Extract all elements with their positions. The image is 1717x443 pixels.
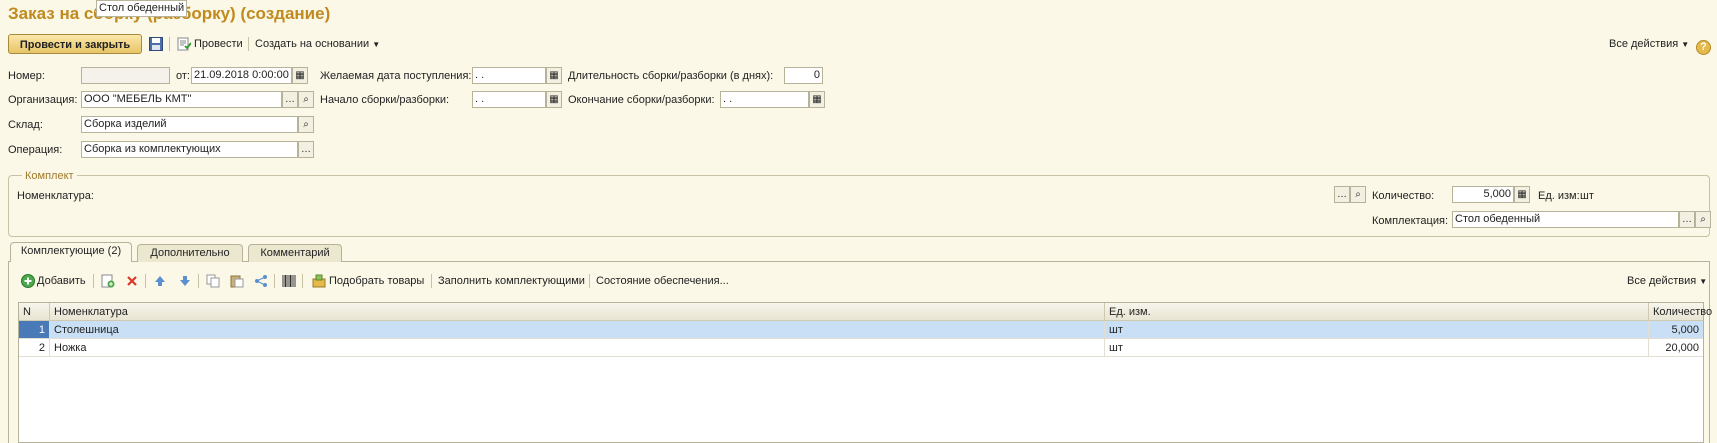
row-nomenclature: Ножка [50,339,1105,357]
duration-label: Длительность сборки/разборки (в днях): [568,70,774,82]
end-date-field[interactable]: . . [720,91,809,108]
column-header-n[interactable]: N [19,303,50,321]
row-nomenclature: Столешница [50,321,1105,339]
all-actions-menu[interactable]: Все действия ▼ [1609,36,1689,53]
kit-nomenclature-field[interactable]: Стол обеденный [96,0,188,17]
search-icon[interactable]: ⌕ [1350,186,1366,203]
number-field[interactable] [81,67,170,84]
move-up-icon[interactable] [152,273,168,289]
row-quantity: 5,000 [1649,321,1703,339]
add-icon[interactable] [20,273,36,289]
duration-field[interactable]: 0 [784,67,823,84]
toolbar-separator [169,37,170,51]
toolbar-separator [198,274,199,288]
toolbar-separator [431,274,432,288]
create-based-on-label: Создать на основании [255,38,370,50]
table-row[interactable]: 1 Столешница шт 5,000 [19,321,1703,339]
table-row[interactable]: 2 Ножка шт 20,000 [19,339,1703,357]
column-header-quantity[interactable]: Количество [1649,303,1712,321]
kit-quantity-label: Количество: [1372,190,1435,202]
desired-date-field[interactable]: . . [472,67,546,84]
kit-unit-value: шт [1580,190,1594,202]
row-unit: шт [1105,321,1649,339]
kit-quantity-field[interactable]: 5,000 [1452,186,1514,203]
calculator-icon[interactable]: ▦ [1514,186,1530,203]
date-field[interactable]: 21.09.2018 0:00:00 [191,67,292,84]
column-header-nomenclature[interactable]: Номенклатура [50,303,1105,321]
toolbar-separator [93,274,94,288]
tab-components[interactable]: Комплектующие (2) [10,242,132,262]
end-label: Окончание сборки/разборки: [568,94,715,106]
search-icon[interactable]: ⌕ [298,116,314,133]
help-icon[interactable]: ? [1696,40,1711,55]
all-actions-label: Все действия [1609,38,1679,50]
fill-components-button[interactable]: Заполнить комплектующими [438,273,585,289]
kit-config-field[interactable]: Стол обеденный [1452,211,1679,228]
chevron-down-icon: ▼ [1699,277,1708,286]
post-and-close-button[interactable]: Провести и закрыть [8,34,142,54]
organization-label: Организация: [8,94,78,106]
row-quantity: 20,000 [1649,339,1703,357]
select-ellipsis-icon[interactable]: … [1679,211,1695,228]
warehouse-label: Склад: [8,119,43,131]
column-header-unit[interactable]: Ед. изм. [1105,303,1649,321]
desired-date-label: Желаемая дата поступления: [320,70,472,82]
copy-row-icon[interactable] [100,273,116,289]
toolbar-separator [274,274,275,288]
date-from-label: от: [176,70,190,82]
tab-comment[interactable]: Комментарий [248,244,342,262]
tab-additional[interactable]: Дополнительно [137,244,243,262]
barcode-icon[interactable] [281,273,297,289]
kit-unit-label: Ед. изм: [1538,190,1580,202]
copy-icon[interactable] [205,273,221,289]
row-number: 2 [19,339,50,357]
start-label: Начало сборки/разборки: [320,94,450,106]
save-icon[interactable] [148,36,164,52]
row-unit: шт [1105,339,1649,357]
toolbar-separator [589,274,590,288]
operation-field[interactable]: Сборка из комплектующих [81,141,298,158]
organization-field[interactable]: ООО "МЕБЕЛЬ КМТ" [81,91,282,108]
paste-icon[interactable] [229,273,245,289]
operation-label: Операция: [8,144,63,156]
pick-goods-icon[interactable] [311,273,327,289]
add-button[interactable]: Добавить [37,273,86,289]
kit-group-caption: Комплект [22,168,77,184]
toolbar-separator [302,274,303,288]
search-icon[interactable]: ⌕ [1695,211,1711,228]
row-number: 1 [19,321,50,339]
chevron-down-icon: ▼ [1681,40,1690,49]
calendar-icon[interactable]: ▦ [292,67,308,84]
post-icon[interactable] [176,36,192,52]
create-based-on-menu[interactable]: Создать на основании ▼ [255,36,380,53]
toolbar-separator [145,274,146,288]
search-icon[interactable]: ⌕ [298,91,314,108]
toolbar-separator [248,37,249,51]
select-ellipsis-icon[interactable]: … [1334,186,1350,203]
number-label: Номер: [8,70,45,82]
calendar-icon[interactable]: ▦ [546,91,562,108]
chevron-down-icon: ▼ [372,40,381,49]
select-ellipsis-icon[interactable]: … [298,141,314,158]
warehouse-field[interactable]: Сборка изделий [81,116,298,133]
supply-status-button[interactable]: Состояние обеспечения... [596,273,729,289]
start-date-field[interactable]: . . [472,91,546,108]
components-table[interactable]: N Номенклатура Ед. изм. Количество 1 Сто… [18,302,1712,443]
calendar-icon[interactable]: ▦ [809,91,825,108]
table-all-actions-menu[interactable]: Все действия ▼ [1627,273,1707,290]
move-down-icon[interactable] [177,273,193,289]
post-button[interactable]: Провести [194,36,243,52]
pick-goods-button[interactable]: Подобрать товары [329,273,424,289]
share-icon[interactable] [253,273,269,289]
kit-config-label: Комплектация: [1372,215,1449,227]
delete-icon[interactable] [124,273,140,289]
kit-nomenclature-label: Номенклатура: [17,190,94,202]
select-ellipsis-icon[interactable]: … [282,91,298,108]
all-actions-label: Все действия [1627,275,1697,287]
calendar-icon[interactable]: ▦ [546,67,562,84]
